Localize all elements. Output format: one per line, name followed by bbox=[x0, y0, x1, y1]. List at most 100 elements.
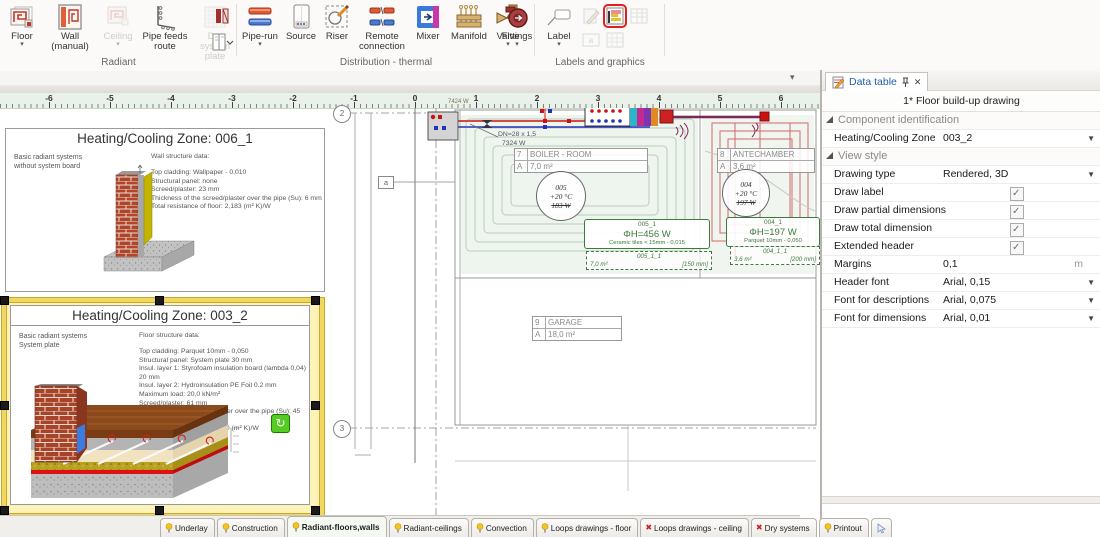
canvas-toolbar bbox=[0, 71, 820, 85]
mixer-button[interactable]: Mixer bbox=[411, 2, 445, 56]
label-button[interactable]: Label ▾ bbox=[541, 2, 577, 56]
edit-note-button[interactable] bbox=[581, 6, 601, 26]
dropdown-arrow-icon[interactable]: ▼ bbox=[1087, 274, 1095, 291]
manifold-button[interactable]: Manifold bbox=[447, 2, 491, 56]
data-table-icon bbox=[605, 6, 625, 26]
room-label-garage: 9GARAGE A18,0 m² bbox=[532, 316, 622, 341]
tab-printout[interactable]: Printout bbox=[819, 518, 869, 537]
fittings-dropdown-arrow[interactable]: ▾ bbox=[499, 42, 535, 48]
pipe-run-button[interactable]: Pipe-run ▾ bbox=[239, 2, 281, 56]
tab-dry-systems[interactable]: ✖ Dry systems bbox=[751, 518, 817, 537]
property-row-draw-label[interactable]: Draw label bbox=[822, 184, 1100, 202]
grid-marker-3: 3 bbox=[333, 420, 351, 438]
manifold-icon bbox=[455, 3, 483, 31]
loop-sub-label-005-1-1: 005_1_1 7,0 m²[150 mm] bbox=[586, 251, 712, 270]
canvas-options-dropdown[interactable]: ▾ bbox=[790, 72, 795, 83]
ribbon: Floor ▾ Wall (manual) Ceiling ▾ Pipe fee… bbox=[0, 0, 1100, 72]
tab-radiant-ceilings[interactable]: Radiant-ceilings bbox=[389, 518, 469, 537]
source-button[interactable]: Source bbox=[283, 2, 319, 56]
riser-button[interactable]: Riser bbox=[321, 2, 353, 56]
selection-handle[interactable] bbox=[0, 401, 9, 410]
dropdown-arrow-icon[interactable]: ▼ bbox=[1087, 166, 1095, 183]
wall-manual-button[interactable]: Wall (manual) bbox=[44, 2, 96, 56]
draw-total-dimension-checkbox[interactable] bbox=[1010, 223, 1024, 237]
remote-connection-button[interactable]: Remote connection bbox=[355, 2, 409, 56]
selection-handle[interactable] bbox=[155, 506, 164, 515]
dropdown-arrow-icon[interactable]: ▼ bbox=[1087, 310, 1095, 327]
property-row-draw-total-dimension[interactable]: Draw total dimension bbox=[822, 220, 1100, 238]
data-table-tab[interactable]: Data table ✕ bbox=[825, 72, 928, 91]
drawing-canvas[interactable]: ▾ -6 -5 -4 -3 -2 -1 0 1 2 3 4 5 6 bbox=[0, 71, 820, 515]
tab-construction[interactable]: Construction bbox=[217, 518, 285, 537]
selection-handle[interactable] bbox=[155, 296, 164, 305]
draw-label-checkbox[interactable] bbox=[1010, 187, 1024, 201]
panel-bottom-separator bbox=[822, 496, 1100, 504]
tab-radiant-floors-walls[interactable]: Radiant-floors,walls bbox=[287, 516, 387, 537]
section-component-identification[interactable]: Component identification bbox=[822, 112, 1100, 130]
rotate-view-icon[interactable]: ↻ bbox=[271, 414, 290, 433]
bulb-icon bbox=[222, 523, 230, 533]
table-grid-button[interactable] bbox=[629, 6, 649, 26]
section-view-style[interactable]: View style bbox=[822, 148, 1100, 166]
svg-text:a: a bbox=[589, 36, 594, 45]
ruler-number: 2 bbox=[525, 93, 549, 103]
label-dropdown-arrow[interactable]: ▾ bbox=[541, 42, 577, 48]
selection-handle[interactable] bbox=[311, 506, 320, 515]
pipe-dn-label: DN=28 x 1,5 bbox=[498, 131, 536, 138]
source-boiler-icon bbox=[287, 3, 315, 31]
zone-drawing-003-2[interactable]: Heating/Cooling Zone: 003_2 Basic radian… bbox=[10, 305, 310, 505]
zone2-title: Heating/Cooling Zone: 003_2 bbox=[11, 308, 309, 326]
floor-button[interactable]: Floor ▾ bbox=[2, 2, 42, 56]
ruler-number: 6 bbox=[769, 93, 793, 103]
property-row-font-for-descriptions[interactable]: Font for descriptions Arial, 0,075 ▼ bbox=[822, 292, 1100, 310]
margins-value[interactable]: 0,1 bbox=[943, 256, 958, 273]
property-row-header-font[interactable]: Header font Arial, 0,15 ▼ bbox=[822, 274, 1100, 292]
text-box-icon: a bbox=[581, 30, 601, 50]
pipe-run-dropdown-arrow[interactable]: ▾ bbox=[239, 42, 281, 48]
data-table-panel-icon bbox=[832, 76, 845, 89]
property-row-heating-cooling-zone[interactable]: Heating/Cooling Zone 003_2 ▼ bbox=[822, 130, 1100, 148]
tab-select-sheet[interactable] bbox=[871, 518, 892, 537]
selection-handle[interactable] bbox=[0, 506, 9, 515]
wall-section-button[interactable] bbox=[213, 6, 233, 26]
zone2-description: Basic radiant systems System plate bbox=[19, 332, 129, 350]
property-row-margins[interactable]: Margins 0,1 m bbox=[822, 256, 1100, 274]
tab-convection[interactable]: Convection bbox=[471, 518, 534, 537]
property-row-extended-header[interactable]: Extended header bbox=[822, 238, 1100, 256]
ribbon-group-label-radiant: Radiant bbox=[0, 57, 237, 68]
draw-partial-dimensions-checkbox[interactable] bbox=[1010, 205, 1024, 219]
close-panel-icon[interactable]: ✕ bbox=[914, 77, 922, 88]
selection-handle[interactable] bbox=[311, 401, 320, 410]
dropdown-arrow-icon[interactable]: ▼ bbox=[1087, 130, 1095, 147]
pin-icon[interactable] bbox=[901, 77, 910, 88]
plate-book-button[interactable] bbox=[210, 32, 236, 52]
dropdown-arrow-icon[interactable]: ▼ bbox=[1087, 292, 1095, 309]
zone2-floor-3d-image bbox=[21, 384, 246, 502]
data-table-button[interactable] bbox=[605, 6, 625, 26]
tab-underlay[interactable]: Underlay bbox=[160, 518, 215, 537]
ceiling-button[interactable]: Ceiling ▾ bbox=[98, 2, 138, 56]
property-row-font-for-dimensions[interactable]: Font for dimensions Arial, 0,01 ▼ bbox=[822, 310, 1100, 328]
selection-handle[interactable] bbox=[0, 296, 9, 305]
tab-loops-drawings-floor[interactable]: Loops drawings - floor bbox=[536, 518, 639, 537]
zone-drawing-006-1[interactable]: Heating/Cooling Zone: 006_1 Basic radian… bbox=[5, 128, 325, 292]
ceiling-dropdown-arrow[interactable]: ▾ bbox=[98, 42, 138, 48]
selection-handle[interactable] bbox=[311, 296, 320, 305]
pipe-run-icon bbox=[246, 3, 274, 31]
ruler-number: 4 bbox=[647, 93, 671, 103]
grid-small-button[interactable] bbox=[605, 30, 625, 50]
room-label-boiler-room: 7BOILER - ROOM A7,0 m² bbox=[514, 148, 648, 173]
section-expander-icon[interactable] bbox=[826, 116, 833, 123]
section-expander-icon[interactable] bbox=[826, 152, 833, 159]
ruler-number: -3 bbox=[220, 93, 244, 103]
extended-header-checkbox[interactable] bbox=[1010, 241, 1024, 255]
panel-header-title: 1* Floor build-up drawing bbox=[822, 91, 1100, 112]
bulb-icon bbox=[394, 523, 402, 533]
text-box-button[interactable]: a bbox=[581, 30, 601, 50]
property-row-drawing-type[interactable]: Drawing type Rendered, 3D ▼ bbox=[822, 166, 1100, 184]
ruler-number: 0 bbox=[403, 93, 427, 103]
property-row-draw-partial-dimensions[interactable]: Draw partial dimensions bbox=[822, 202, 1100, 220]
tab-loops-drawings-ceiling[interactable]: ✖ Loops drawings - ceiling bbox=[640, 518, 749, 537]
fittings-button[interactable]: Fittings ▾ bbox=[499, 2, 535, 56]
floor-dropdown-arrow[interactable]: ▾ bbox=[2, 42, 42, 48]
